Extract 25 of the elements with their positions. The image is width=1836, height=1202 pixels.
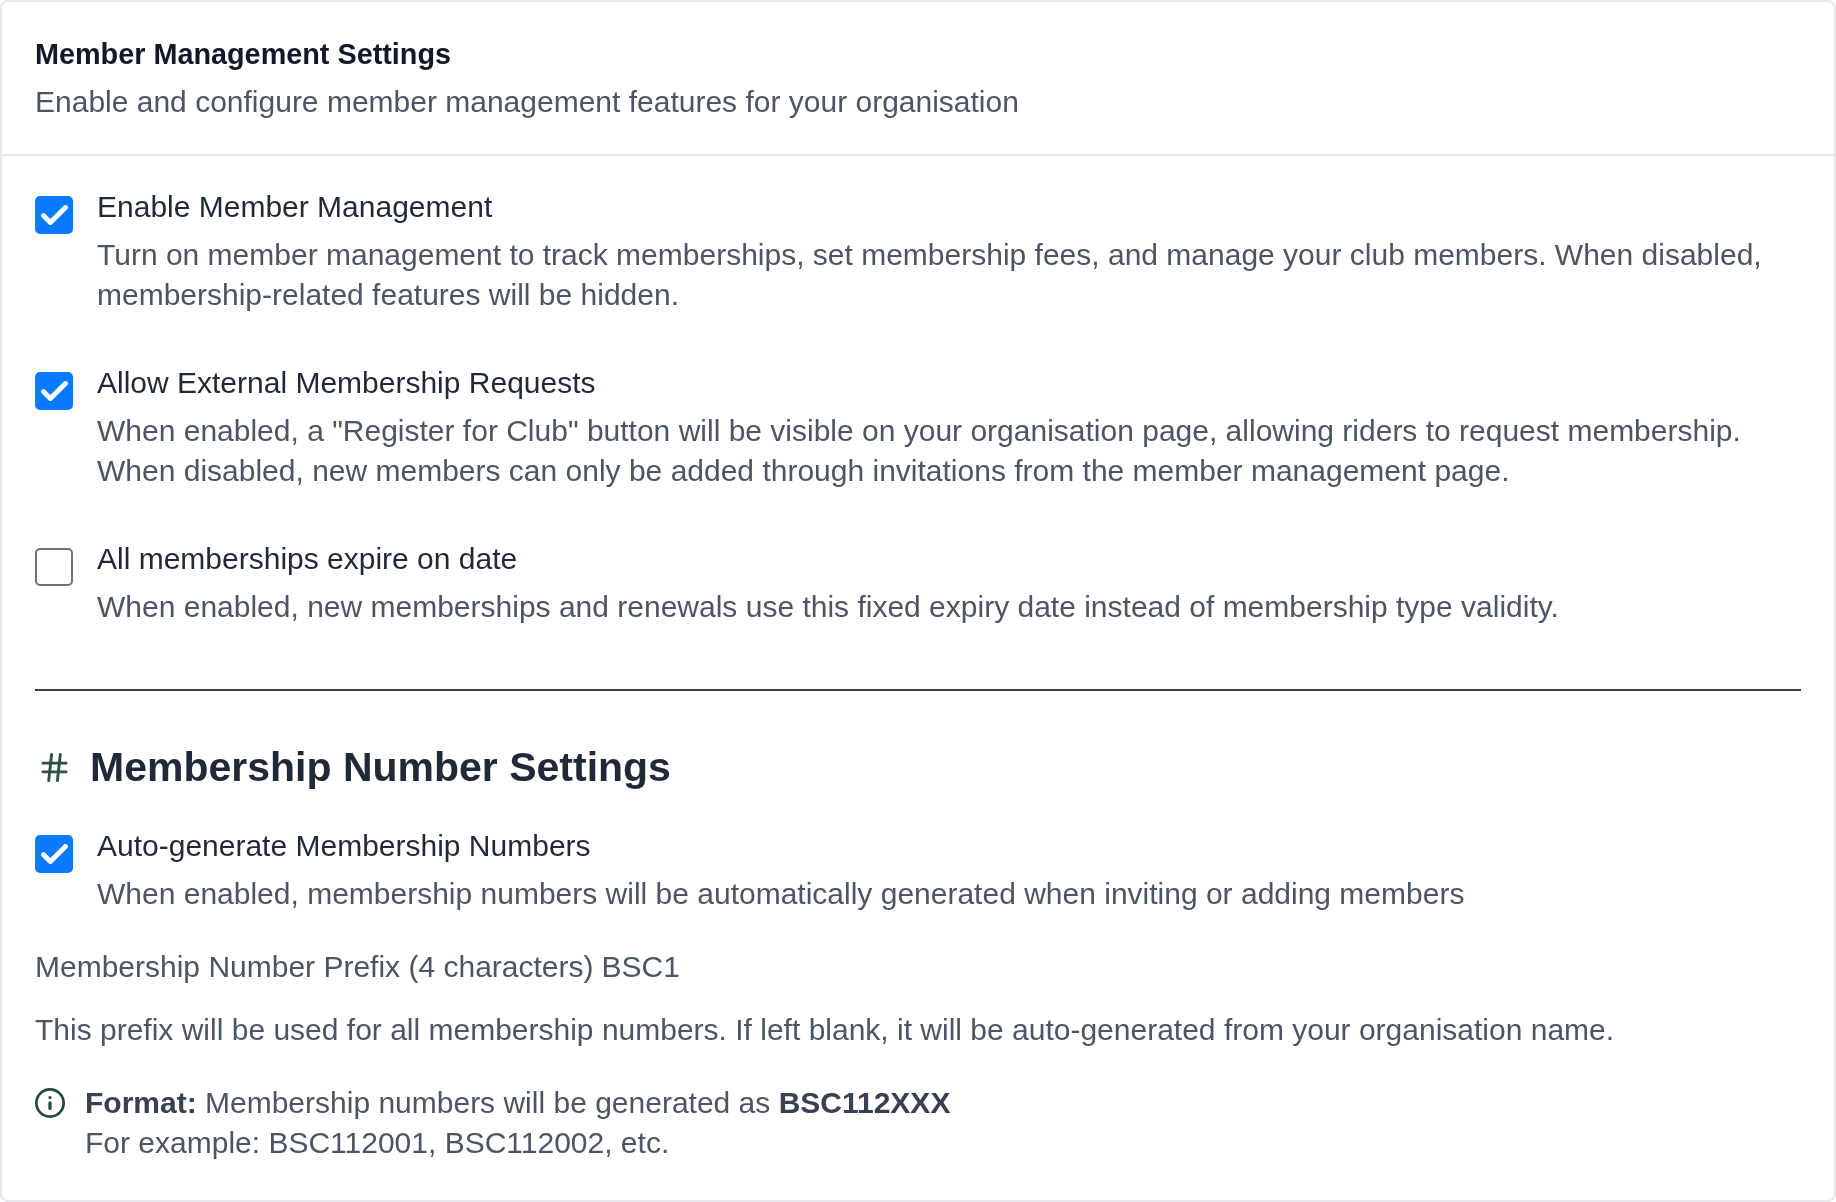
option-description: When enabled, membership numbers will be automatically generated when inviting or adding members	[97, 876, 1465, 912]
check-icon	[40, 381, 68, 401]
option-label: Enable Member Management	[97, 189, 494, 225]
checkbox[interactable]	[35, 196, 73, 234]
checkbox[interactable]	[35, 372, 73, 410]
option-label: All memberships expire on date	[97, 541, 519, 577]
checkbox[interactable]	[35, 835, 73, 873]
format-example: For example: BSC112001, BSC112002, etc.	[85, 1125, 671, 1161]
option-label: Allow External Membership Requests	[97, 365, 597, 401]
check-icon	[40, 844, 68, 864]
hash-icon	[41, 752, 68, 782]
prefix-label: Membership Number Prefix (4 characters)	[35, 949, 594, 985]
prefix-help-text: This prefix will be used for all membership numbers. If left blank, it will be auto-generated from your organisation name.	[35, 1012, 1616, 1048]
option-label: Auto-generate Membership Numbers	[97, 828, 592, 864]
option-description: When enabled, new memberships and renewals use this fixed expiry date instead of membership type validity.	[97, 589, 1559, 625]
checkbox[interactable]	[35, 548, 73, 586]
option-description: When enabled, a "Register for Club" button will be visible on your organisation page, allowing riders to request membership. When disabled, new members can only be added through invitations from the member management page.	[97, 413, 1742, 489]
format-note: Format: Membership numbers will be generated as BSC112XXX	[85, 1085, 951, 1121]
section-heading: Membership Number Settings	[90, 743, 671, 792]
check-icon	[40, 205, 68, 225]
prefix-value: BSC1	[601, 949, 680, 985]
option-description: Turn on member management to track memberships, set membership fees, and manage your club members. When disabled, membership-related features will be hidden.	[97, 237, 1763, 313]
card-title: Member Management Settings	[35, 37, 453, 72]
card-subtitle: Enable and configure member management features for your organisation	[35, 84, 1020, 120]
info-icon	[35, 1088, 65, 1118]
